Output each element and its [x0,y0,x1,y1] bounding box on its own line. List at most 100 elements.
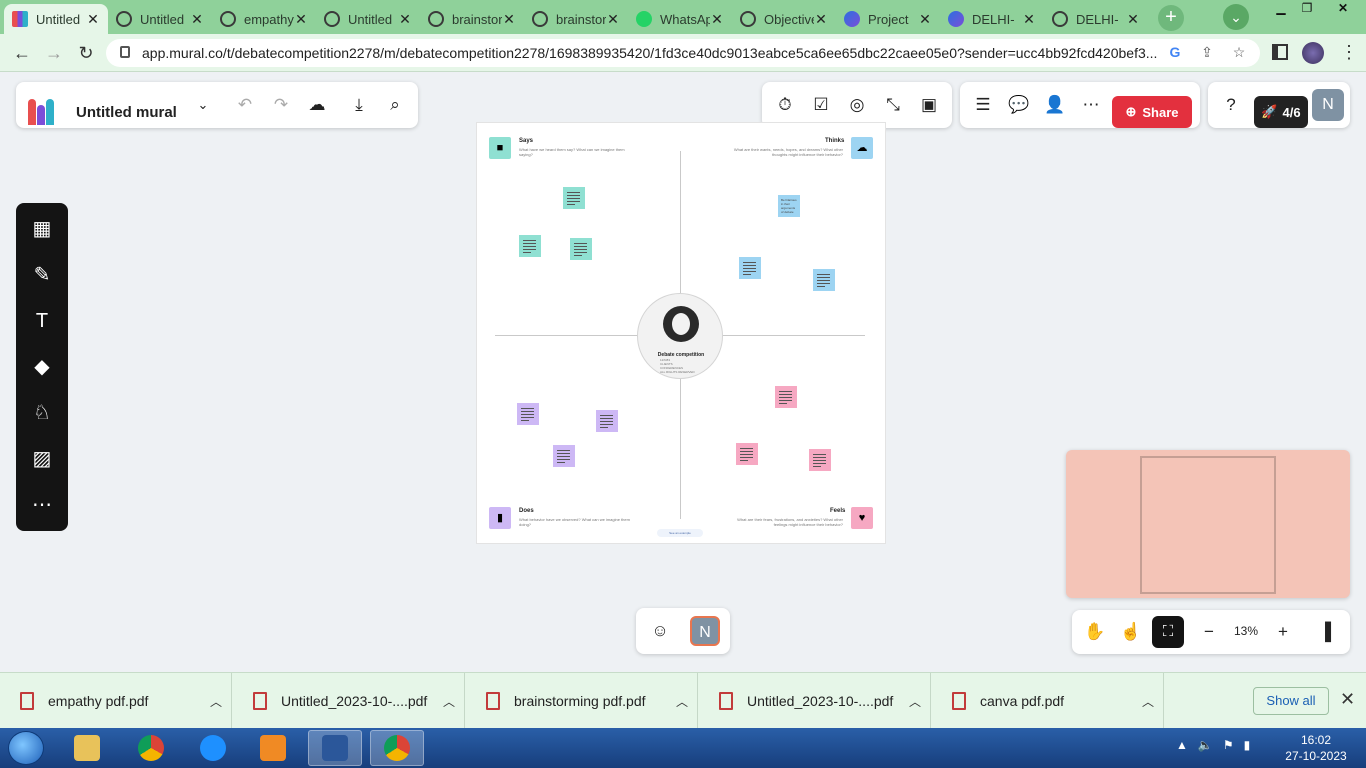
tab-search-button[interactable]: ⌄ [1223,4,1249,30]
side-panel-icon[interactable] [1272,44,1288,60]
chrome-window-taskbar-icon[interactable] [370,730,424,766]
help-icon[interactable]: ? [1220,94,1242,116]
minimap-viewport[interactable] [1140,456,1276,594]
timer-icon[interactable]: ⏱ [774,94,796,116]
browser-tab[interactable]: Untitled ✕ [4,4,108,34]
close-tab-icon[interactable]: ✕ [1126,11,1140,28]
browser-tab[interactable]: WhatsApp✕ [628,4,732,34]
lock-icon[interactable] [120,46,130,58]
volume-icon[interactable]: 🔈 [1198,738,1213,752]
browser-tab[interactable]: Project ✕ [836,4,940,34]
browser-tab[interactable]: brainstorming✕ [420,4,524,34]
forward-icon[interactable]: → [43,42,65,64]
cloud-saved-icon[interactable]: ☁ [306,94,328,116]
chevron-down-icon[interactable]: ⌄ [192,94,214,116]
zoom-level[interactable]: 13% [1234,624,1258,638]
download-item[interactable]: Untitled_2023-10-....pdf ︿ [233,673,465,729]
feels-sticky-note[interactable] [736,443,758,465]
hand-tool-icon[interactable]: ✋ [1084,621,1106,643]
start-button[interactable] [8,731,44,765]
redo-icon[interactable]: ↷ [270,94,292,116]
more-tools-icon[interactable]: ⋯ [30,493,54,517]
says-sticky-note[interactable] [563,187,585,209]
taskbar-clock[interactable]: 16:02 27-10-2023 [1280,732,1352,764]
does-sticky-note[interactable] [553,445,575,467]
llama-icon[interactable]: ♘ [30,401,54,425]
ie-taskbar-icon[interactable] [186,730,240,766]
summon-icon[interactable]: ⤡ [882,94,904,116]
download-item[interactable]: empathy pdf.pdf ︿ [0,673,232,729]
feels-sticky-note[interactable] [809,449,831,471]
thinks-sticky-note[interactable] [739,257,761,279]
chevron-up-icon[interactable]: ︿ [1133,693,1163,710]
download-icon[interactable]: ⤓ [348,94,370,116]
thinks-sticky-note[interactable]: Be hilarious in their arguments of debat… [778,195,800,217]
media-player-taskbar-icon[interactable] [246,730,300,766]
network-icon[interactable]: ⚑ [1223,738,1234,752]
toolbox-icon[interactable]: ▣ [918,94,940,116]
browser-menu-icon[interactable]: ⋮ [1340,42,1358,63]
close-tab-icon[interactable]: ✕ [710,11,724,28]
comments-icon[interactable]: 💬 [1008,94,1030,116]
thinks-sticky-note[interactable] [813,269,835,291]
sticky-note-icon[interactable]: ✎ [30,263,54,287]
zoom-in-icon[interactable]: + [1272,621,1294,643]
browser-tab[interactable]: DELHI- ✕ [1044,4,1148,34]
close-tab-icon[interactable]: ✕ [86,11,100,28]
zoom-out-icon[interactable]: − [1198,621,1220,643]
back-icon[interactable]: ← [11,42,33,64]
close-tab-icon[interactable]: ✕ [814,11,828,28]
chevron-up-icon[interactable]: ︿ [201,693,231,710]
download-item[interactable]: brainstorming pdf.pdf ︿ [466,673,698,729]
more-options-icon[interactable]: ⋯ [1080,94,1102,116]
url-field[interactable]: app.mural.co/t/debatecompetition2278/m/d… [106,39,1260,67]
image-icon[interactable]: ▨ [30,447,54,471]
mural-logo[interactable] [28,99,60,125]
maximize-icon[interactable]: ❐ [1294,0,1320,18]
download-item[interactable]: canva pdf.pdf ︿ [932,673,1164,729]
tray-arrow-icon[interactable]: ▲ [1176,738,1188,752]
minimize-icon[interactable]: ▁ [1268,0,1294,18]
browser-tab[interactable]: Untitled ✕ [108,4,212,34]
browser-tab[interactable]: DELHI- ✕ [940,4,1044,34]
browser-tab[interactable]: empathy ✕ [212,4,316,34]
browser-tab[interactable]: brainstorming✕ [524,4,628,34]
private-mode-icon[interactable]: ◎ [846,94,868,116]
chrome-taskbar-icon[interactable] [124,730,178,766]
does-sticky-note[interactable] [517,403,539,425]
search-icon[interactable]: ⌕ [384,94,406,116]
outline-icon[interactable]: ☰ [972,94,994,116]
show-all-button[interactable]: Show all [1253,687,1329,715]
shapes-icon[interactable]: ◆ [30,355,54,379]
chevron-up-icon[interactable]: ︿ [434,693,464,710]
close-downloads-icon[interactable]: ✕ [1340,689,1355,710]
browser-tab[interactable]: Untitled ✕ [316,4,420,34]
chevron-up-icon[interactable]: ︿ [900,693,930,710]
says-sticky-note[interactable] [519,235,541,257]
power-icon[interactable]: ▮ [1244,738,1251,752]
map-toggle-button[interactable]: ⛶ [1152,616,1184,648]
browser-tab[interactable]: Objectives✕ [732,4,836,34]
share-page-icon[interactable]: ⇪ [1198,44,1216,62]
onboarding-progress-button[interactable]: 🚀 4/6 [1254,96,1308,128]
does-sticky-note[interactable] [596,410,618,432]
close-window-icon[interactable]: ✕ [1320,0,1366,18]
google-icon[interactable]: G [1166,44,1184,62]
new-tab-button[interactable]: + [1158,5,1184,31]
voting-icon[interactable]: ☑ [810,94,832,116]
chevron-up-icon[interactable]: ︿ [667,693,697,710]
close-tab-icon[interactable]: ✕ [606,11,620,28]
user-avatar[interactable]: N [1312,89,1344,121]
minimap[interactable] [1066,450,1350,598]
share-button[interactable]: ⊕ Share [1112,96,1192,128]
close-tab-icon[interactable]: ✕ [190,11,204,28]
close-tab-icon[interactable]: ✕ [294,11,308,28]
word-taskbar-icon[interactable] [308,730,362,766]
mural-title[interactable]: Untitled mural [76,104,177,121]
members-icon[interactable]: 👤 [1044,94,1066,116]
close-tab-icon[interactable]: ✕ [398,11,412,28]
feels-sticky-note[interactable] [775,386,797,408]
reload-icon[interactable]: ↻ [75,42,97,64]
close-tab-icon[interactable]: ✕ [1022,11,1036,28]
persona-circle[interactable]: Debate competition 12/6/83 CLIENTS CONFE… [637,293,723,379]
